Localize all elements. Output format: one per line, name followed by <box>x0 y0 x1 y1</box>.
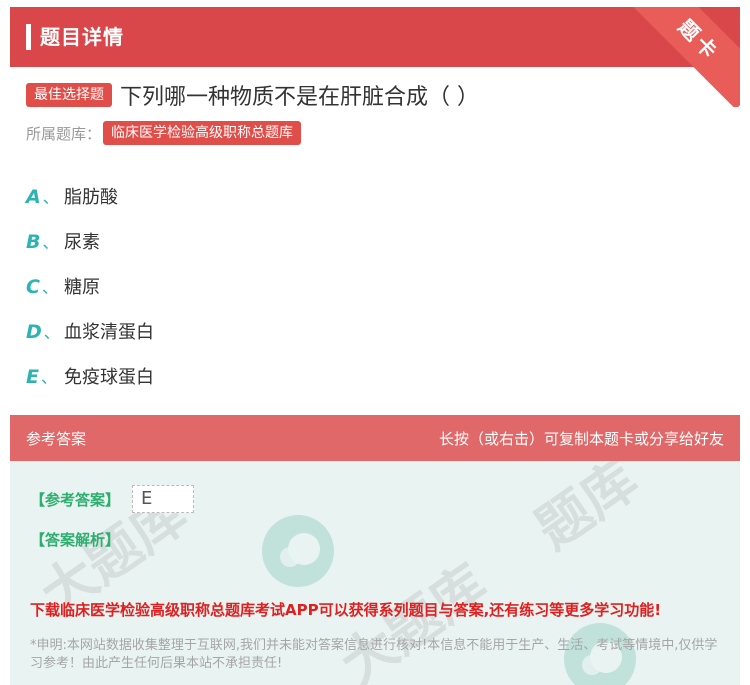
option-text: 免疫球蛋白 <box>64 366 154 388</box>
option-letter: C、 <box>26 275 58 298</box>
share-hint: 长按（或右击）可复制本题卡或分享给好友 <box>438 430 724 448</box>
option-c[interactable]: C、 糖原 <box>26 263 626 308</box>
option-text: 糖原 <box>64 276 100 298</box>
option-text: 血浆清蛋白 <box>64 321 154 343</box>
option-letter: B、 <box>26 230 59 253</box>
answer-section-title: 参考答案 <box>26 430 87 448</box>
option-list: A、 脂肪酸 B、 尿素 C、 糖原 D、 血浆清蛋白 E、 免疫球蛋白 <box>26 173 626 398</box>
answer-section-body: 大题库 大题库 题库 【参考答案】 E 【答案解析】 下载临床医学检验高级职称总… <box>10 461 740 685</box>
watermark: 题库 <box>524 461 650 562</box>
option-text: 尿素 <box>64 231 100 253</box>
watermark-logo-icon <box>262 515 334 587</box>
answer-value: E <box>132 485 194 513</box>
page-title: 题目详情 <box>40 25 124 49</box>
question-text: 下列哪一种物质不是在肝脏合成（ ） <box>120 85 479 110</box>
bank-row: 所属题库： 临床医学检验高级职称总题库 <box>26 121 302 145</box>
answer-section-header: 参考答案 长按（或右击）可复制本题卡或分享给好友 <box>10 415 740 461</box>
question-card: 题目详情 题卡 最佳选择题 下列哪一种物质不是在肝脏合成（ ） 所属题库： 临床… <box>10 7 740 685</box>
question-row: 最佳选择题 下列哪一种物质不是在肝脏合成（ ） <box>26 81 479 110</box>
card-header: 题目详情 <box>10 7 740 67</box>
option-letter: D、 <box>26 320 60 343</box>
option-b[interactable]: B、 尿素 <box>26 218 626 263</box>
option-text: 脂肪酸 <box>64 186 118 208</box>
option-letter: A、 <box>26 185 59 208</box>
option-a[interactable]: A、 脂肪酸 <box>26 173 626 218</box>
question-type-badge: 最佳选择题 <box>26 83 112 107</box>
option-d[interactable]: D、 血浆清蛋白 <box>26 308 626 353</box>
analysis-label: 【答案解析】 <box>30 531 121 549</box>
app-download-promo[interactable]: 下载临床医学检验高级职称总题库考试APP可以获得系列题目与答案,还有练习等更多学… <box>30 599 661 620</box>
header-accent-bar <box>26 24 31 50</box>
bank-label: 所属题库： <box>26 124 102 143</box>
answer-label: 【参考答案】 <box>30 491 121 509</box>
bank-link[interactable]: 临床医学检验高级职称总题库 <box>103 121 302 145</box>
option-e[interactable]: E、 免疫球蛋白 <box>26 353 626 398</box>
option-letter: E、 <box>26 365 57 388</box>
disclaimer-text: *申明:本网站数据收集整理于互联网,我们并未能对答案信息进行核对!本信息不能用于… <box>30 638 718 671</box>
